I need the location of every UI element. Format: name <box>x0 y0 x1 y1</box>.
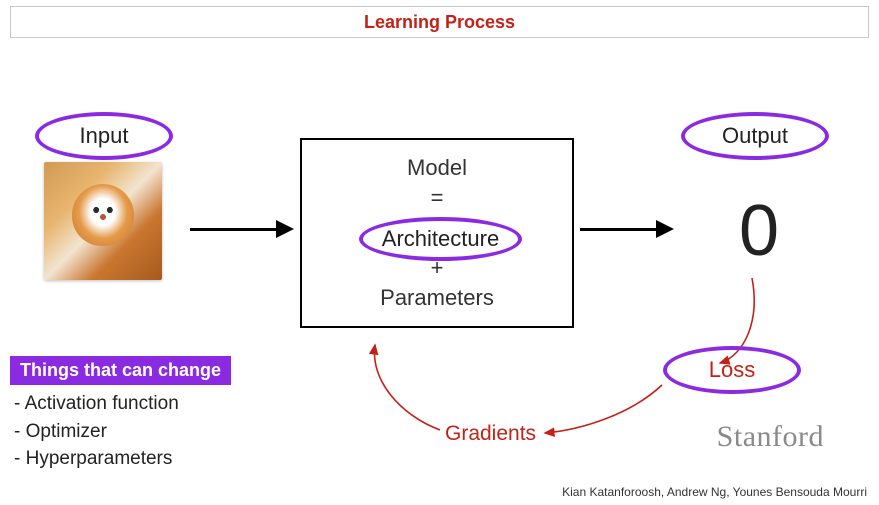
parameters-label: Parameters <box>380 285 494 311</box>
architecture-ellipse: Architecture <box>359 217 522 261</box>
list-item: Hyperparameters <box>14 445 179 473</box>
gradients-label: Gradients <box>445 422 536 446</box>
loss-ellipse: Loss <box>663 346 801 394</box>
title-container: Learning Process <box>10 6 869 38</box>
list-item: Activation function <box>14 390 179 418</box>
equals-sign: = <box>431 185 444 211</box>
input-label: Input <box>80 123 129 149</box>
list-item: Optimizer <box>14 418 179 446</box>
page-title: Learning Process <box>364 12 515 33</box>
arrow-model-to-output <box>580 228 658 231</box>
loss-label: Loss <box>709 357 755 383</box>
bullet-list: Activation function Optimizer Hyperparam… <box>14 390 179 473</box>
arrowhead-icon <box>656 220 674 238</box>
arrow-input-to-model <box>190 228 278 231</box>
callout-heading: Things that can change <box>10 356 231 385</box>
input-image-cat <box>44 162 162 280</box>
input-ellipse: Input <box>35 112 173 160</box>
architecture-label: Architecture <box>382 226 499 252</box>
output-value: 0 <box>739 190 779 272</box>
arrowhead-icon <box>276 220 294 238</box>
credits: Kian Katanforoosh, Andrew Ng, Younes Ben… <box>562 485 867 499</box>
institution-logo-text: Stanford <box>717 420 824 454</box>
output-ellipse: Output <box>681 112 829 160</box>
model-label: Model <box>407 155 467 181</box>
output-label: Output <box>722 123 788 149</box>
